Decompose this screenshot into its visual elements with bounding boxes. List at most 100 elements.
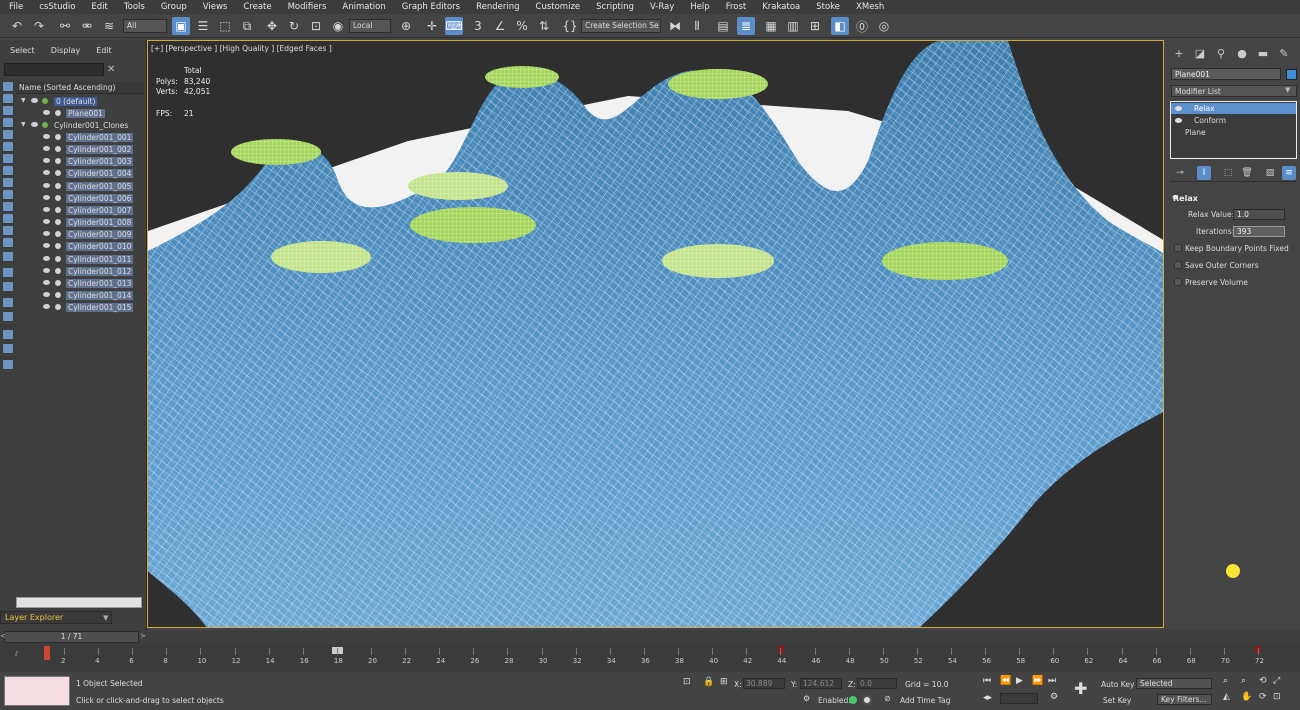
relax-rollout-title[interactable]: Relax <box>1173 194 1198 203</box>
add-key-icon[interactable]: ✚ <box>1074 679 1087 698</box>
adaptive-degradation-icon[interactable]: ⚙ <box>803 694 810 703</box>
object-row-cylinder[interactable]: Cylinder001_005 <box>16 181 144 193</box>
chevron-down-icon[interactable]: ▼ <box>103 614 108 622</box>
toggle-layer-explorer-icon[interactable]: ≣ <box>737 17 755 35</box>
menu-stoke[interactable]: Stoke <box>807 2 847 12</box>
stack-item-conform[interactable]: Conform <box>1171 115 1296 126</box>
explorer-filter-icon[interactable] <box>3 214 13 223</box>
object-row-cylinder[interactable]: Cylinder001_009 <box>16 229 144 241</box>
snaps-toggle-icon[interactable]: 3 <box>469 17 487 35</box>
eye-icon[interactable] <box>43 182 50 188</box>
explorer-filter-icon[interactable] <box>3 252 13 261</box>
display-tab-icon[interactable]: ▬ <box>1257 47 1269 60</box>
next-frame-icon[interactable]: ⏩ <box>1032 676 1043 686</box>
menu-group[interactable]: Group <box>152 2 194 12</box>
unlink-icon[interactable]: ⚮ <box>78 17 96 35</box>
save-outer-corners-checkbox[interactable] <box>1174 261 1182 269</box>
current-frame-key[interactable] <box>44 646 50 660</box>
show-end-result-icon[interactable]: Ⅰ <box>1197 166 1211 180</box>
perspective-viewport[interactable]: [+] [Perspective ] [High Quality ] [Edge… <box>147 40 1164 628</box>
toggle-scene-explorer-icon[interactable]: ▤ <box>714 17 732 35</box>
redo-icon[interactable]: ↷ <box>30 17 48 35</box>
chevron-left-icon[interactable]: < <box>0 632 6 640</box>
maximize-viewport-icon[interactable]: ⤢ <box>1273 676 1280 686</box>
time-slider[interactable]: 1 / 71 > < <box>0 630 1300 644</box>
layer-row-cylinder-clones[interactable]: ▼ Cylinder001_Clones <box>16 120 144 132</box>
maximize-toggle-icon[interactable]: ⊡ <box>1273 692 1281 702</box>
explorer-filter-icon[interactable] <box>3 298 13 307</box>
menu-xmesh[interactable]: XMesh <box>847 2 891 12</box>
object-row-plane001[interactable]: Plane001 <box>16 108 144 120</box>
zoom-all-icon[interactable]: ⌕ <box>1241 676 1246 686</box>
object-color-swatch[interactable] <box>1286 69 1297 80</box>
time-tag-icon[interactable]: ⊘ <box>884 694 891 703</box>
object-row-cylinder[interactable]: Cylinder001_011 <box>16 254 144 266</box>
chevron-down-icon[interactable]: ▼ <box>1285 86 1290 94</box>
explorer-filter-icon[interactable] <box>3 360 13 369</box>
explorer-filter-icon[interactable] <box>3 312 13 321</box>
explorer-filter-icon[interactable] <box>3 202 13 211</box>
explorer-scrollbar[interactable] <box>16 597 142 608</box>
explorer-filter-icon[interactable] <box>3 344 13 353</box>
make-unique-icon[interactable]: ⬚ <box>1221 166 1235 180</box>
maxscript-listener[interactable] <box>4 676 70 706</box>
place-icon[interactable]: ◉ <box>329 17 347 35</box>
explorer-filter-icon[interactable] <box>3 282 13 291</box>
key-mode-dropdown[interactable]: Selected <box>1136 678 1212 689</box>
eye-icon[interactable] <box>43 158 50 164</box>
explorer-filter-icon[interactable] <box>3 154 13 163</box>
auto-key-button[interactable]: Auto Key <box>1101 680 1134 689</box>
menu-animation[interactable]: Animation <box>333 2 392 12</box>
go-to-start-icon[interactable]: ⏮ <box>983 676 991 686</box>
explorer-filter-icon[interactable] <box>3 190 13 199</box>
link-icon[interactable]: ⚯ <box>56 17 74 35</box>
rotate-icon[interactable]: ↻ <box>285 17 303 35</box>
explorer-filter-icon[interactable] <box>3 226 13 235</box>
object-row-cylinder[interactable]: Cylinder001_010 <box>16 241 144 253</box>
eye-icon[interactable] <box>43 243 50 249</box>
x-coordinate-field[interactable]: 30.889 <box>743 678 785 689</box>
explorer-column-header[interactable]: Name (Sorted Ascending) <box>16 82 144 94</box>
remove-modifier-icon[interactable]: 🗑 <box>1240 166 1254 180</box>
object-row-cylinder[interactable]: Cylinder001_008 <box>16 217 144 229</box>
move-icon[interactable]: ✥ <box>263 17 281 35</box>
pivot-center-icon[interactable]: ⊕ <box>397 17 415 35</box>
ref-coord-dropdown[interactable]: Local <box>349 19 391 33</box>
edit-named-selection-icon[interactable]: {} <box>561 17 579 35</box>
scale-icon[interactable]: ⊡ <box>307 17 325 35</box>
eye-icon[interactable] <box>1175 106 1182 111</box>
menu-views[interactable]: Views <box>194 2 235 12</box>
lock-icon[interactable]: 🔒 <box>703 677 714 687</box>
menu-icon[interactable]: ≡ <box>1282 166 1296 180</box>
iterations-spinner[interactable]: 393 <box>1233 226 1285 237</box>
menu-krakatoa[interactable]: Krakatoa <box>753 2 807 12</box>
menu-rendering[interactable]: Rendering <box>467 2 526 12</box>
menu-frost[interactable]: Frost <box>717 2 754 12</box>
orbit-subobject-icon[interactable]: ⟳ <box>1259 692 1267 702</box>
eye-icon[interactable] <box>43 267 50 273</box>
object-row-cylinder[interactable]: Cylinder001_007 <box>16 205 144 217</box>
viewport-label-menu[interactable]: [+] [Perspective ] [High Quality ] [Edge… <box>151 44 332 53</box>
absolute-mode-icon[interactable]: ⊞ <box>720 677 728 687</box>
menu-help[interactable]: Help <box>681 2 716 12</box>
hierarchy-tab-icon[interactable]: ⚲ <box>1215 47 1227 60</box>
rect-selection-icon[interactable]: ⬚ <box>216 17 234 35</box>
keep-boundary-checkbox[interactable] <box>1174 244 1182 252</box>
explorer-filter-icon[interactable] <box>3 142 13 151</box>
menu-customize[interactable]: Customize <box>527 2 588 12</box>
select-by-name-icon[interactable]: ☰ <box>194 17 212 35</box>
relax-value-spinner[interactable]: 1.0 <box>1233 209 1285 220</box>
pin-stack-icon[interactable]: ⊸ <box>1173 166 1187 180</box>
explorer-search-input[interactable] <box>4 63 104 76</box>
track-bar[interactable]: ⫽ 2 4 6 8 10 12 14 16 18 20 22 24 26 28 30 32 34 36 38 40 42… <box>0 644 1300 672</box>
modifier-list-dropdown[interactable]: Modifier List <box>1171 85 1297 97</box>
object-name-field[interactable]: Plane001 <box>1171 68 1281 80</box>
record-icon[interactable] <box>862 695 872 705</box>
eye-icon[interactable] <box>43 170 50 176</box>
eye-icon[interactable] <box>43 255 50 261</box>
set-key-button[interactable]: Set Key <box>1103 696 1131 705</box>
eye-icon[interactable] <box>43 291 50 297</box>
explorer-filter-icon[interactable] <box>3 178 13 187</box>
menu-edit[interactable]: Edit <box>82 2 114 12</box>
window-crossing-icon[interactable]: ⧉ <box>238 17 256 35</box>
